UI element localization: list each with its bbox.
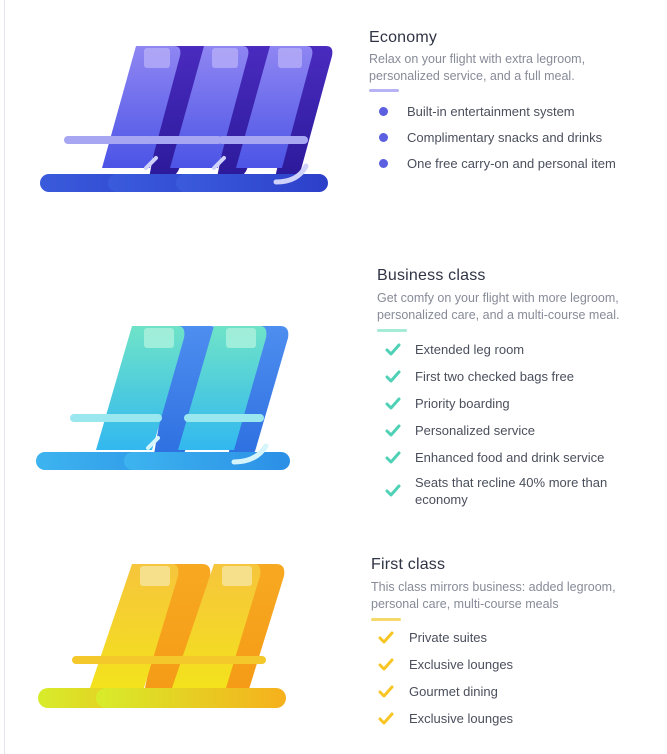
- first-class-section: First class This class mirrors business:…: [371, 556, 641, 732]
- economy-underline: [369, 89, 399, 92]
- first-class-features: Private suites Exclusive lounges Gourmet…: [371, 624, 641, 732]
- first-class-seats-illustration: [36, 558, 296, 723]
- left-divider: [4, 0, 5, 754]
- list-item: First two checked bags free: [377, 363, 637, 390]
- first-class-description: This class mirrors business: added legro…: [371, 580, 616, 611]
- check-icon: [385, 484, 401, 497]
- feature-text: Seats that recline 40% more than economy: [415, 475, 608, 507]
- feature-text: Built-in entertainment system: [407, 103, 575, 119]
- feature-text: Complimentary snacks and drinks: [407, 129, 603, 145]
- economy-title: Economy: [369, 29, 438, 46]
- first-class-title: First class: [371, 556, 446, 573]
- feature-text: One free carry-on and personal item: [407, 155, 616, 171]
- list-item: Extended leg room: [377, 336, 637, 363]
- dot-icon: [379, 132, 388, 142]
- check-icon: [385, 370, 401, 382]
- business-description: Get comfy on your flight with more legro…: [377, 291, 620, 322]
- feature-text: Gourmet dining: [409, 684, 498, 699]
- list-item: Private suites: [371, 624, 641, 651]
- feature-text: Extended leg room: [415, 342, 525, 357]
- check-icon: [385, 397, 401, 409]
- check-icon: [385, 451, 401, 463]
- list-item: Enhanced food and drink service: [377, 444, 637, 471]
- list-item: Priority boarding: [377, 390, 637, 417]
- check-icon: [378, 685, 394, 697]
- business-features: Extended leg room First two checked bags…: [377, 336, 637, 511]
- first-class-underline: [371, 618, 401, 621]
- economy-description: Relax on your flight with extra legroom,…: [369, 52, 586, 83]
- business-underline: [377, 329, 407, 332]
- list-item: Gourmet dining: [371, 678, 641, 705]
- list-item: Complimentary snacks and drinks: [369, 124, 639, 150]
- check-icon: [378, 658, 394, 670]
- feature-text: Priority boarding: [415, 396, 510, 411]
- list-item: Personalized service: [377, 417, 637, 444]
- check-icon: [385, 424, 401, 436]
- feature-text: Exclusive lounges: [409, 711, 514, 726]
- check-icon: [378, 712, 394, 724]
- list-item: Seats that recline 40% more than economy: [377, 471, 637, 511]
- check-icon: [385, 343, 401, 355]
- feature-text: Private suites: [409, 630, 488, 645]
- feature-text: Exclusive lounges: [409, 657, 514, 672]
- economy-features: Built-in entertainment system Compliment…: [369, 98, 639, 176]
- list-item: One free carry-on and personal item: [369, 150, 639, 176]
- business-section: Business class Get comfy on your flight …: [377, 267, 637, 511]
- dot-icon: [379, 106, 388, 116]
- dot-icon: [379, 158, 388, 168]
- business-title: Business class: [377, 267, 486, 284]
- feature-text: Personalized service: [415, 423, 535, 438]
- feature-text: Enhanced food and drink service: [415, 450, 605, 465]
- check-icon: [378, 631, 394, 643]
- business-seats-illustration: [36, 320, 296, 485]
- feature-text: First two checked bags free: [415, 369, 574, 384]
- list-item: Exclusive lounges: [371, 705, 641, 732]
- list-item: Built-in entertainment system: [369, 98, 639, 124]
- economy-seats-illustration: [36, 40, 336, 205]
- economy-section: Economy Relax on your flight with extra …: [369, 29, 639, 176]
- list-item: Exclusive lounges: [371, 651, 641, 678]
